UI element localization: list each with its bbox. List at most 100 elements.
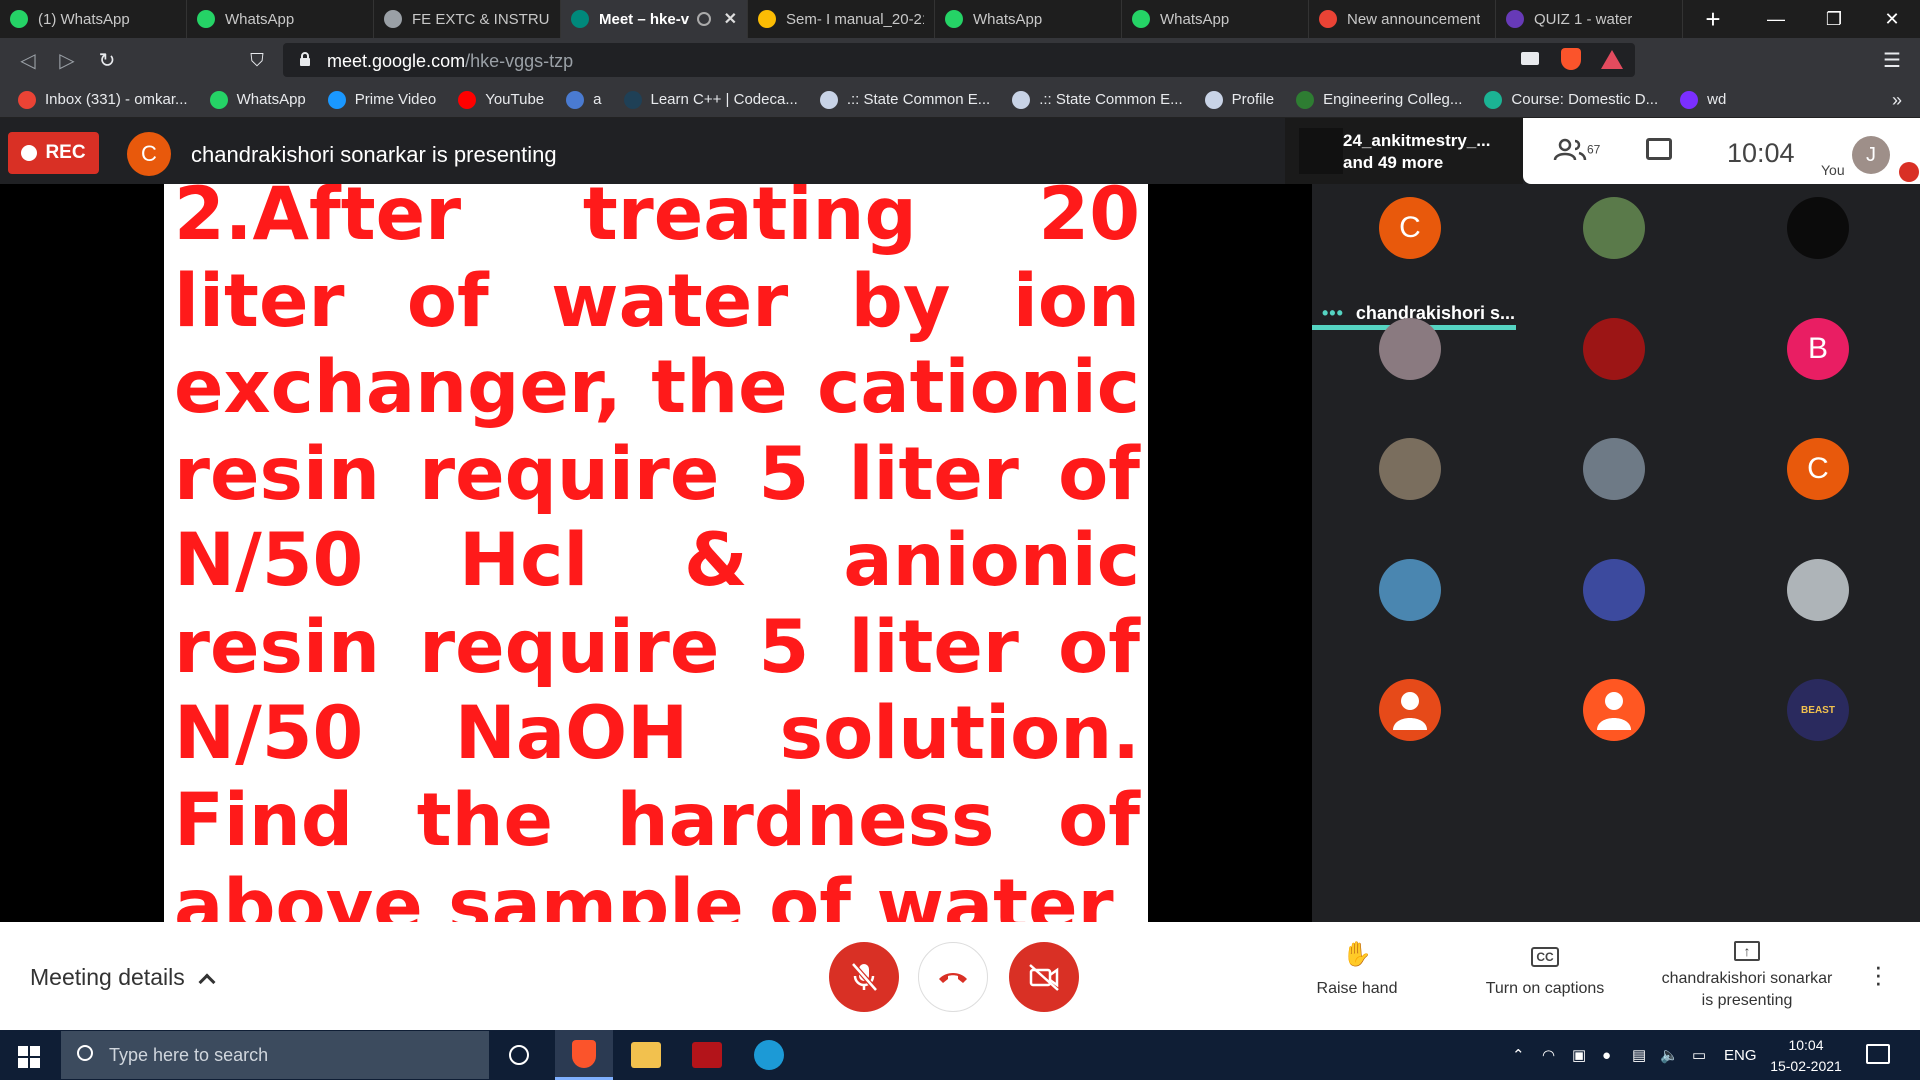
record-icon: [21, 145, 38, 161]
bookmarks-overflow-button[interactable]: »: [1892, 90, 1902, 111]
reload-icon[interactable]: ↻: [93, 46, 121, 74]
participant-avatar[interactable]: [1583, 438, 1645, 500]
participant-avatar[interactable]: [1787, 559, 1849, 621]
brave-shield-icon[interactable]: [1561, 48, 1581, 70]
bookmark-item[interactable]: Prime Video: [327, 90, 436, 109]
browser-tab[interactable]: New announcement: [1309, 0, 1496, 38]
bookmark-item[interactable]: Profile: [1204, 90, 1274, 109]
microphone-toggle-button[interactable]: [829, 942, 899, 1012]
network-icon[interactable]: ▤: [1632, 1030, 1646, 1080]
raise-hand-button[interactable]: ✋ Raise hand: [1262, 940, 1452, 998]
captions-button[interactable]: CC Turn on captions: [1450, 940, 1640, 998]
participant-avatar[interactable]: [1583, 318, 1645, 380]
minimize-button[interactable]: —: [1748, 0, 1804, 38]
bookmark-label: Learn C++ | Codeca...: [650, 91, 798, 108]
globe-icon: [819, 90, 838, 109]
participant-avatar[interactable]: C: [1787, 438, 1849, 500]
taskbar-search-box[interactable]: Type here to search: [61, 1031, 489, 1079]
participant-avatar[interactable]: [1379, 679, 1441, 741]
participant-avatar[interactable]: [1583, 679, 1645, 741]
language-indicator[interactable]: ENG: [1724, 1030, 1757, 1080]
browser-tab[interactable]: Sem- I manual_20-21: [748, 0, 935, 38]
hand-icon: ✋: [1342, 941, 1372, 968]
new-tab-button[interactable]: +: [1683, 0, 1743, 38]
participants-preview[interactable]: 24_ankitmestry_... and 49 more: [1285, 118, 1523, 184]
brave-rewards-icon[interactable]: [1601, 50, 1623, 69]
present-label-line2: is presenting: [1701, 992, 1793, 1009]
participant-avatar[interactable]: [1379, 559, 1441, 621]
participant-avatar[interactable]: B: [1787, 318, 1849, 380]
more-options-icon[interactable]: · · ·: [1874, 953, 1888, 995]
taskbar-edge-icon[interactable]: [740, 1030, 798, 1080]
camera-icon[interactable]: [1521, 52, 1539, 65]
battery-icon[interactable]: ▭: [1692, 1030, 1706, 1080]
camera-toggle-button[interactable]: [1009, 942, 1079, 1012]
url-bar[interactable]: meet.google.com/hke-vggs-tzp: [283, 43, 1635, 77]
bookmark-item[interactable]: a: [566, 90, 602, 109]
bookmark-item[interactable]: Course: Domestic D...: [1484, 90, 1658, 109]
tray-chevron-icon[interactable]: ⌃: [1512, 1030, 1525, 1080]
cortana-icon[interactable]: [509, 1045, 529, 1065]
bookmark-label: WhatsApp: [236, 91, 306, 108]
tab-label: Meet – hke-v: [599, 10, 690, 28]
participant-avatar[interactable]: [1787, 197, 1849, 259]
search-placeholder: Type here to search: [109, 1044, 269, 1065]
meet-now-icon[interactable]: ▣: [1572, 1030, 1586, 1080]
close-tab-icon[interactable]: ✕: [724, 9, 737, 29]
bookmarks-bar: Inbox (331) - omkar... WhatsApp Prime Vide…: [0, 82, 1920, 118]
taskbar-clock[interactable]: 10:04 15-02-2021: [1760, 1035, 1852, 1077]
leave-call-button[interactable]: [918, 942, 988, 1012]
windows-start-icon[interactable]: [18, 1046, 40, 1068]
recording-button[interactable]: REC: [8, 132, 99, 174]
microphone-tray-icon[interactable]: ●: [1602, 1030, 1611, 1080]
present-now-button[interactable]: ↑ chandrakishori sonarkar is presenting: [1652, 938, 1842, 1012]
browser-tab[interactable]: WhatsApp: [1122, 0, 1309, 38]
chat-icon[interactable]: [1646, 138, 1672, 160]
participant-avatar[interactable]: [1379, 438, 1441, 500]
menu-icon[interactable]: ☰: [1878, 46, 1906, 74]
raise-hand-label: Raise hand: [1316, 980, 1398, 997]
bookmark-item[interactable]: YouTube: [458, 90, 544, 109]
browser-tab[interactable]: (1) WhatsApp: [0, 0, 187, 38]
restore-button[interactable]: ❐: [1806, 0, 1862, 38]
bookmark-icon[interactable]: ⛉: [243, 46, 271, 74]
browser-tab[interactable]: Meet – hke-v ✕: [561, 0, 748, 38]
participant-avatar[interactable]: [1583, 559, 1645, 621]
bookmark-label: .:: State Common E...: [846, 91, 991, 108]
codecademy-icon: [623, 90, 642, 109]
bookmark-item[interactable]: Inbox (331) - omkar...: [18, 90, 188, 109]
participant-avatar[interactable]: C: [1379, 197, 1441, 259]
people-button[interactable]: 67: [1553, 138, 1600, 168]
close-window-button[interactable]: ✕: [1864, 0, 1920, 38]
rec-label: REC: [45, 142, 86, 163]
present-icon: ↑: [1652, 938, 1842, 964]
participant-avatar[interactable]: BEAST: [1787, 679, 1849, 741]
self-avatar[interactable]: J: [1852, 136, 1890, 174]
bookmark-item[interactable]: .:: State Common E...: [819, 90, 991, 109]
bookmark-item[interactable]: Learn C++ | Codeca...: [623, 90, 798, 109]
taskbar-brave-icon[interactable]: [555, 1030, 613, 1080]
course-icon: [1484, 90, 1503, 109]
participant-avatar[interactable]: [1379, 318, 1441, 380]
taskbar-time: 10:04: [1788, 1037, 1824, 1053]
meeting-details-button[interactable]: Meeting details: [30, 964, 216, 991]
prime-video-icon: [327, 90, 346, 109]
bookmark-item[interactable]: wd: [1680, 90, 1726, 109]
bookmark-item[interactable]: WhatsApp: [209, 90, 306, 109]
browser-tab[interactable]: WhatsApp: [935, 0, 1122, 38]
meet-bottom-bar: Meeting details ✋ Raise hand CC Turn on ca…: [0, 922, 1920, 1030]
taskbar-app-icon[interactable]: [678, 1030, 736, 1080]
back-icon[interactable]: ◁: [14, 46, 42, 74]
browser-tab[interactable]: WhatsApp: [187, 0, 374, 38]
browser-tab[interactable]: QUIZ 1 - water: [1496, 0, 1683, 38]
forward-icon[interactable]: ▷: [53, 46, 81, 74]
bookmark-item[interactable]: Engineering Colleg...: [1296, 90, 1462, 109]
volume-icon[interactable]: 🔈: [1660, 1030, 1679, 1080]
notification-center-icon[interactable]: [1866, 1044, 1890, 1064]
wifi-icon[interactable]: ◠: [1542, 1030, 1555, 1080]
windows-taskbar: Type here to search ⌃ ◠ ▣ ● ▤ 🔈 ▭ ENG 10…: [0, 1030, 1920, 1080]
participant-avatar[interactable]: [1583, 197, 1645, 259]
bookmark-item[interactable]: .:: State Common E...: [1012, 90, 1183, 109]
taskbar-file-explorer-icon[interactable]: [617, 1030, 675, 1080]
browser-tab[interactable]: FE EXTC & INSTRU B: [374, 0, 561, 38]
